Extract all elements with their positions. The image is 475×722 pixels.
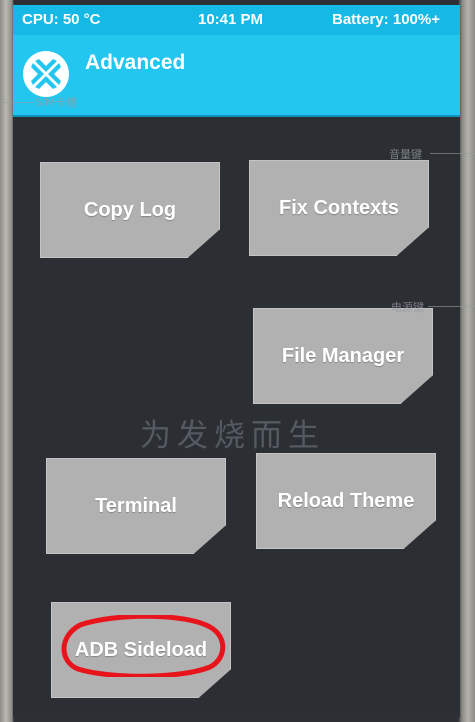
twrp-logo-icon[interactable]	[23, 51, 69, 97]
sim-slot-label: SIM卡槽	[35, 96, 77, 109]
clock: 10:41 PM	[198, 11, 264, 28]
reload-theme-button[interactable]: Reload Theme	[256, 453, 436, 549]
power-key-label: 电源键	[391, 301, 424, 314]
device-screen: CPU: 50 °C 10:41 PM Battery: 100%+ Advan…	[13, 5, 460, 717]
power-key-line	[428, 306, 475, 307]
phone-frame: CPU: 50 °C 10:41 PM Battery: 100%+ Advan…	[0, 0, 475, 722]
file-manager-button[interactable]: File Manager	[253, 308, 433, 404]
copy-log-button[interactable]: Copy Log	[40, 162, 220, 258]
title-bar: Advanced	[13, 35, 460, 117]
fix-contexts-button[interactable]: Fix Contexts	[249, 160, 429, 256]
page-title: Advanced	[85, 51, 186, 74]
watermark-text: 为发烧而生	[140, 418, 325, 454]
red-highlight-circle	[61, 615, 226, 677]
volume-key-line	[430, 153, 475, 154]
terminal-button[interactable]: Terminal	[46, 458, 226, 554]
volume-key-label: 音量键	[389, 148, 422, 161]
cpu-temperature: CPU: 50 °C	[22, 11, 101, 28]
battery-status: Battery: 100%+	[332, 11, 440, 28]
status-bar: CPU: 50 °C 10:41 PM Battery: 100%+	[13, 5, 460, 35]
sim-slot-line	[0, 102, 34, 103]
